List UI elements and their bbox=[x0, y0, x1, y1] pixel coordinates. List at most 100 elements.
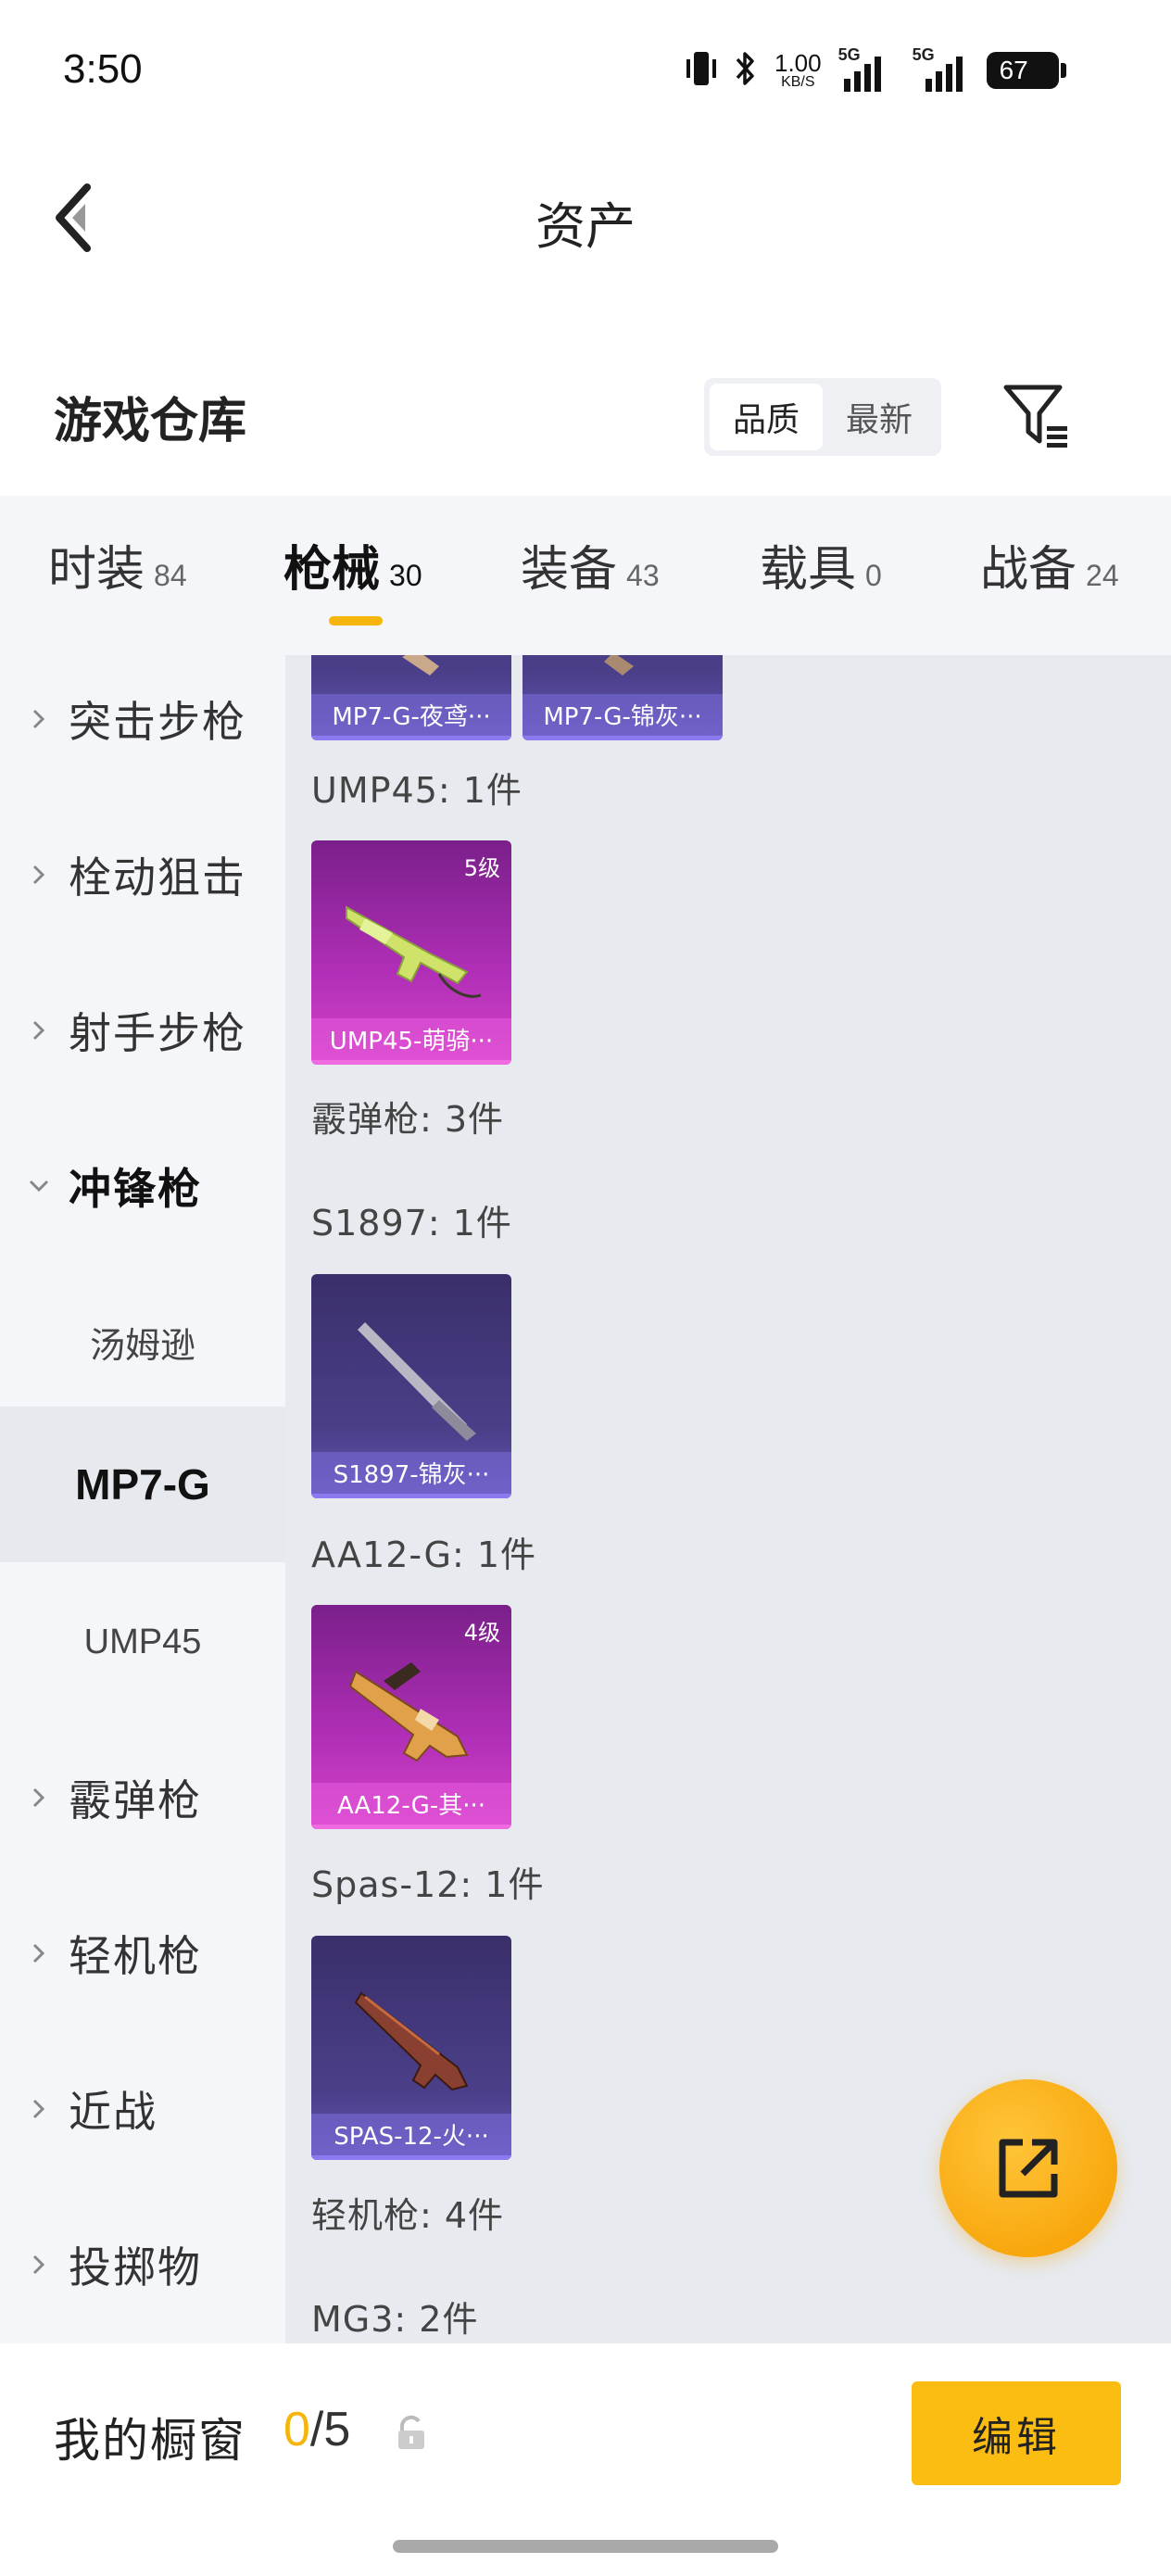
group-label: S1897: 1件 bbox=[311, 1203, 512, 1244]
group-label: 轻机枪: 4件 bbox=[311, 2195, 505, 2236]
sort-newest-button[interactable]: 最新 bbox=[823, 384, 936, 450]
filter-icon bbox=[1003, 385, 1067, 448]
tab-fashion[interactable]: 时装 84 bbox=[48, 530, 187, 600]
lock-icon bbox=[395, 2414, 428, 2451]
chevron-right-icon bbox=[32, 2099, 45, 2119]
page-title: 资产 bbox=[535, 197, 636, 256]
chevron-right-icon bbox=[32, 865, 45, 885]
tab-equipment[interactable]: 装备 43 bbox=[521, 530, 660, 600]
warehouse-title: 游戏仓库 bbox=[54, 394, 247, 449]
battery-level: 67 bbox=[999, 56, 1028, 84]
weapon-card[interactable]: MP7-G-夜鸢··· bbox=[311, 655, 511, 740]
group-label: 霰弹枪: 3件 bbox=[311, 1099, 505, 1140]
weapon-card-name: SPAS-12-火··· bbox=[311, 2114, 511, 2160]
category-throwable[interactable]: 投掷物 bbox=[0, 2187, 285, 2342]
category-label: 轻机枪 bbox=[69, 1931, 202, 1981]
subcategory-thompson[interactable]: 汤姆逊 bbox=[0, 1264, 285, 1420]
vibrate-icon bbox=[686, 48, 717, 93]
weapon-category-list: 突击步枪 栓动狙击 射手步枪 冲锋枪 汤姆逊 MP7-G UMP45 霰弹枪 轻… bbox=[0, 655, 285, 2343]
category-label: 突击步枪 bbox=[69, 697, 246, 747]
tab-label: 枪械 bbox=[283, 542, 381, 598]
subcategory-label: MP7-G bbox=[75, 1460, 210, 1509]
tab-count: 24 bbox=[1086, 559, 1119, 592]
tab-count: 43 bbox=[626, 559, 660, 592]
subcategory-mp7g[interactable]: MP7-G bbox=[0, 1407, 285, 1562]
group-label: AA12-G: 1件 bbox=[311, 1534, 537, 1575]
chevron-right-icon bbox=[32, 709, 45, 729]
network-speed-value: 1.00 bbox=[774, 49, 822, 77]
network-speed: 1.00 KB/S bbox=[774, 51, 822, 90]
status-time: 3:50 bbox=[63, 46, 143, 92]
chevron-down-icon bbox=[29, 1180, 49, 1193]
battery-icon: 67 bbox=[986, 52, 1066, 89]
showcase-label: 我的橱窗 bbox=[54, 2414, 246, 2468]
weapon-card-name: UMP45-萌骑··· bbox=[311, 1018, 511, 1065]
category-assault-rifle[interactable]: 突击步枪 bbox=[0, 655, 285, 797]
tab-count: 84 bbox=[154, 559, 187, 592]
chevron-right-icon bbox=[32, 1943, 45, 1964]
category-shotgun[interactable]: 霰弹枪 bbox=[0, 1720, 285, 1875]
category-label: 射手步枪 bbox=[69, 1008, 246, 1058]
home-indicator[interactable] bbox=[393, 2540, 778, 2553]
share-external-icon bbox=[999, 2139, 1058, 2198]
tab-label: 装备 bbox=[521, 542, 618, 598]
category-label: 投掷物 bbox=[69, 2242, 202, 2292]
edit-button[interactable]: 编辑 bbox=[912, 2381, 1121, 2485]
ump45-weapon-icon bbox=[346, 905, 482, 998]
showcase-count: 0/5 bbox=[283, 2402, 350, 2457]
category-label: 霰弹枪 bbox=[69, 1775, 202, 1825]
sort-quality-button[interactable]: 品质 bbox=[710, 384, 823, 450]
bluetooth-icon bbox=[734, 48, 758, 93]
weapon-card[interactable]: 5级 UMP45-萌骑··· bbox=[311, 840, 511, 1065]
mp7-weapon-icon bbox=[402, 655, 439, 676]
category-smg[interactable]: 冲锋枪 bbox=[0, 1108, 285, 1264]
category-melee[interactable]: 近战 bbox=[0, 2031, 285, 2187]
sort-toggle: 品质 最新 bbox=[704, 378, 941, 456]
chevron-right-icon bbox=[32, 1020, 45, 1041]
weapon-card-name: MP7-G-锦灰··· bbox=[523, 694, 723, 740]
signal-label: 5G bbox=[837, 45, 861, 64]
tab-label: 时装 bbox=[48, 542, 145, 598]
showcase-current: 0 bbox=[283, 2403, 310, 2456]
category-marksman-rifle[interactable]: 射手步枪 bbox=[0, 953, 285, 1108]
tab-label: 载具 bbox=[760, 542, 857, 598]
weapon-card[interactable]: S1897-锦灰··· bbox=[311, 1274, 511, 1498]
subcategory-label: 汤姆逊 bbox=[89, 1326, 195, 1366]
tab-supplies[interactable]: 战备 24 bbox=[980, 530, 1119, 600]
group-label: UMP45: 1件 bbox=[311, 770, 523, 811]
weapon-card[interactable]: MP7-G-锦灰··· bbox=[523, 655, 723, 740]
network-speed-unit: KB/S bbox=[781, 74, 815, 90]
mp7-weapon-icon bbox=[604, 655, 634, 676]
chevron-right-icon bbox=[32, 2254, 45, 2275]
signal-icon: 5G bbox=[838, 45, 888, 92]
spas12-weapon-icon bbox=[354, 1991, 469, 2091]
category-lmg[interactable]: 轻机枪 bbox=[0, 1875, 285, 2031]
group-label: Spas-12: 1件 bbox=[311, 1864, 545, 1905]
tab-firearms[interactable]: 枪械 30 bbox=[283, 530, 422, 600]
weapon-card-name: MP7-G-夜鸢··· bbox=[311, 694, 511, 740]
tab-count: 30 bbox=[389, 559, 422, 592]
s1897-weapon-icon bbox=[358, 1322, 476, 1441]
signal-label: 5G bbox=[912, 45, 935, 64]
tab-label: 战备 bbox=[980, 542, 1077, 598]
category-label: 冲锋枪 bbox=[69, 1164, 202, 1214]
category-label: 近战 bbox=[69, 2087, 157, 2137]
subcategory-label: UMP45 bbox=[83, 1622, 202, 1661]
filter-button[interactable] bbox=[1001, 382, 1075, 452]
category-label: 栓动狙击 bbox=[69, 852, 246, 903]
active-tab-indicator bbox=[329, 616, 383, 625]
group-label: MG3: 2件 bbox=[311, 2299, 479, 2340]
weapon-card[interactable]: SPAS-12-火··· bbox=[311, 1936, 511, 2160]
subcategory-ump45[interactable]: UMP45 bbox=[0, 1564, 285, 1720]
tab-vehicles[interactable]: 载具 0 bbox=[760, 530, 882, 600]
weapon-card-name: AA12-G-其··· bbox=[311, 1783, 511, 1829]
showcase-total: /5 bbox=[309, 2403, 351, 2456]
chevron-right-icon bbox=[32, 1787, 45, 1808]
aa12-weapon-icon bbox=[348, 1662, 469, 1762]
share-fab-button[interactable] bbox=[939, 2079, 1117, 2257]
category-bolt-sniper[interactable]: 栓动狙击 bbox=[0, 797, 285, 953]
signal-icon: 5G bbox=[905, 45, 970, 92]
status-icons: 1.00 KB/S 5G 5G 67 bbox=[686, 43, 1066, 98]
weapon-card-name: S1897-锦灰··· bbox=[311, 1452, 511, 1498]
weapon-card[interactable]: 4级 AA12-G-其··· bbox=[311, 1605, 511, 1829]
